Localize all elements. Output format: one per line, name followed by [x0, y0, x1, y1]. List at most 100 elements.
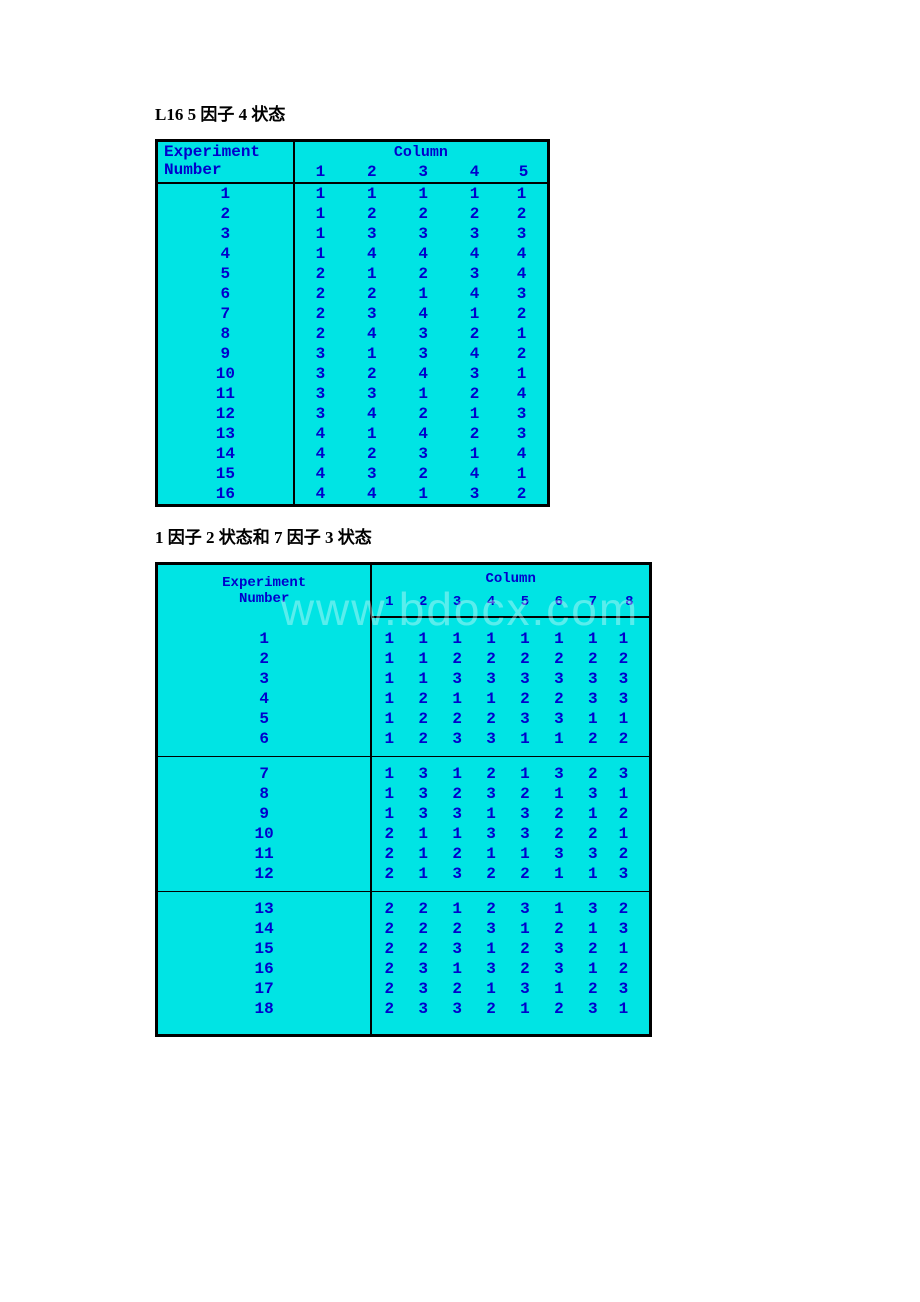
- value-cell: 1: [397, 484, 448, 506]
- value-cell: 3: [474, 669, 508, 689]
- value-cell: 2: [397, 264, 448, 284]
- table-row: 1644132: [157, 484, 549, 506]
- value-cell: 3: [449, 364, 500, 384]
- value-cell: 3: [474, 919, 508, 939]
- table-row: 1121211332: [157, 844, 651, 864]
- value-cell: 4: [500, 384, 548, 404]
- value-cell: 2: [508, 784, 542, 804]
- value-cell: 1: [449, 183, 500, 204]
- value-cell: 2: [440, 844, 474, 864]
- exp-cell: 13: [157, 424, 294, 444]
- value-cell: 3: [406, 959, 440, 979]
- value-cell: 1: [346, 424, 397, 444]
- exp-cell: 18: [157, 999, 372, 1036]
- value-cell: 1: [397, 284, 448, 304]
- exp-cell: 1: [157, 617, 372, 649]
- value-cell: 2: [474, 864, 508, 892]
- value-cell: 2: [346, 444, 397, 464]
- exp-cell: 2: [157, 649, 372, 669]
- value-cell: 4: [294, 484, 346, 506]
- value-cell: 2: [576, 757, 610, 785]
- value-cell: 1: [406, 864, 440, 892]
- value-cell: 4: [294, 464, 346, 484]
- value-cell: 4: [397, 424, 448, 444]
- value-cell: 1: [576, 919, 610, 939]
- value-cell: 3: [610, 919, 651, 939]
- value-cell: 3: [397, 324, 448, 344]
- exp-cell: 12: [157, 404, 294, 424]
- value-cell: 3: [508, 892, 542, 920]
- value-cell: 1: [576, 804, 610, 824]
- value-cell: 3: [346, 384, 397, 404]
- value-cell: 2: [500, 484, 548, 506]
- col2-8: 8: [610, 588, 651, 617]
- value-cell: 3: [500, 224, 548, 244]
- value-cell: 1: [542, 864, 576, 892]
- value-cell: 3: [294, 404, 346, 424]
- value-cell: 1: [294, 204, 346, 224]
- value-cell: 3: [449, 484, 500, 506]
- value-cell: 1: [371, 784, 406, 804]
- value-cell: 1: [440, 892, 474, 920]
- value-cell: 3: [406, 804, 440, 824]
- table-row: 414444: [157, 244, 549, 264]
- value-cell: 2: [449, 384, 500, 404]
- table-row: 1422231213: [157, 919, 651, 939]
- hdr-exp-line1: ExperimentNumber: [164, 143, 260, 179]
- value-cell: 4: [449, 464, 500, 484]
- table-row: 1234213: [157, 404, 549, 424]
- value-cell: 1: [508, 729, 542, 757]
- value-cell: 3: [406, 979, 440, 999]
- header-experiment-number: ExperimentNumber: [157, 141, 294, 184]
- value-cell: 4: [294, 444, 346, 464]
- value-cell: 2: [542, 804, 576, 824]
- value-cell: 1: [508, 919, 542, 939]
- value-cell: 2: [371, 979, 406, 999]
- table-row: 521234: [157, 264, 549, 284]
- value-cell: 2: [371, 999, 406, 1036]
- value-cell: 2: [449, 424, 500, 444]
- value-cell: 3: [508, 979, 542, 999]
- value-cell: 3: [576, 999, 610, 1036]
- value-cell: 1: [371, 729, 406, 757]
- value-cell: 3: [346, 464, 397, 484]
- table-row: 723412: [157, 304, 549, 324]
- exp-cell: 15: [157, 464, 294, 484]
- table-row: 612331122: [157, 729, 651, 757]
- exp-cell: 3: [157, 224, 294, 244]
- value-cell: 1: [294, 244, 346, 264]
- value-cell: 1: [397, 384, 448, 404]
- value-cell: 2: [610, 729, 651, 757]
- value-cell: 3: [542, 757, 576, 785]
- table-row: 913313212: [157, 804, 651, 824]
- table-row: 1032431: [157, 364, 549, 384]
- table-row: 1823321231: [157, 999, 651, 1036]
- title-1: L16 5 因子 4 状态: [155, 100, 765, 125]
- value-cell: 2: [576, 939, 610, 959]
- value-cell: 3: [610, 689, 651, 709]
- value-cell: 3: [440, 804, 474, 824]
- table-row: 713121323: [157, 757, 651, 785]
- value-cell: 4: [500, 264, 548, 284]
- value-cell: 1: [294, 183, 346, 204]
- value-cell: 2: [576, 649, 610, 669]
- value-cell: 3: [449, 264, 500, 284]
- value-cell: 2: [406, 919, 440, 939]
- value-cell: 3: [406, 999, 440, 1036]
- value-cell: 2: [610, 844, 651, 864]
- value-cell: 2: [474, 892, 508, 920]
- value-cell: 1: [346, 183, 397, 204]
- value-cell: 1: [371, 649, 406, 669]
- value-cell: 1: [346, 344, 397, 364]
- value-cell: 2: [542, 824, 576, 844]
- table-row: 931342: [157, 344, 549, 364]
- value-cell: 1: [610, 709, 651, 729]
- value-cell: 1: [440, 757, 474, 785]
- value-cell: 2: [440, 709, 474, 729]
- exp-cell: 10: [157, 824, 372, 844]
- value-cell: 3: [610, 979, 651, 999]
- value-cell: 3: [542, 709, 576, 729]
- exp-cell: 4: [157, 244, 294, 264]
- value-cell: 3: [542, 844, 576, 864]
- table-row: 1021133221: [157, 824, 651, 844]
